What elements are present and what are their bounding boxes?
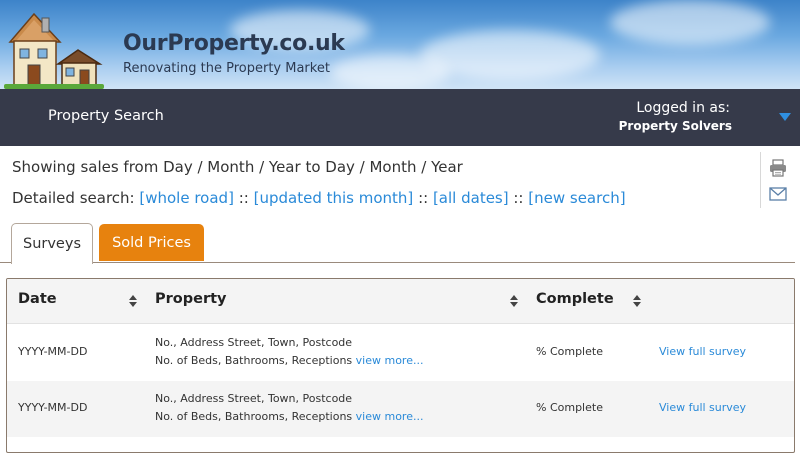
site-header: OurProperty.co.uk Renovating the Propert… — [0, 0, 800, 89]
printer-icon[interactable] — [769, 159, 787, 177]
table-row: YYYY-MM-DD No., Address Street, Town, Po… — [7, 325, 794, 381]
row-property: No., Address Street, Town, Postcode No. … — [155, 390, 423, 426]
tab-sold-prices[interactable]: Sold Prices — [99, 224, 204, 261]
nav-bar: Property Search Logged in as: Property S… — [0, 89, 800, 146]
row-complete: % Complete — [536, 345, 603, 358]
separator: :: — [238, 189, 249, 207]
row-date: YYYY-MM-DD — [18, 401, 88, 414]
row-address: No., Address Street, Town, Postcode — [155, 336, 353, 349]
detailed-search-label: Detailed search: — [12, 189, 135, 207]
row-details: No. of Beds, Bathrooms, Receptions — [155, 354, 353, 367]
chevron-down-icon[interactable] — [779, 113, 791, 121]
link-all-dates[interactable]: [all dates] — [433, 189, 509, 207]
sort-icon[interactable] — [129, 295, 137, 307]
link-whole-road[interactable]: [whole road] — [139, 189, 234, 207]
link-updated-this-month[interactable]: [updated this month] — [254, 189, 414, 207]
surveys-table: Date Property Complete YYYY-MM-DD No., A… — [6, 278, 795, 453]
view-more-link[interactable]: view more... — [356, 354, 424, 367]
brand-title[interactable]: OurProperty.co.uk — [123, 31, 345, 56]
column-header-property[interactable]: Property — [155, 291, 227, 307]
sort-icon[interactable] — [633, 295, 641, 307]
detailed-search: Detailed search: [whole road] :: [update… — [12, 189, 626, 207]
row-details: No. of Beds, Bathrooms, Receptions — [155, 410, 353, 423]
mail-icon[interactable] — [769, 187, 787, 201]
cloud-decoration — [610, 0, 770, 45]
tab-surveys[interactable]: Surveys — [11, 223, 93, 264]
row-address: No., Address Street, Town, Postcode — [155, 392, 353, 405]
row-details-line: No. of Beds, Bathrooms, Receptions view … — [155, 408, 423, 426]
table-row: YYYY-MM-DD No., Address Street, Town, Po… — [7, 381, 794, 437]
houses-logo-icon[interactable] — [4, 8, 112, 89]
view-more-link[interactable]: view more... — [356, 410, 424, 423]
brand-subtitle: Renovating the Property Market — [123, 61, 330, 76]
logged-in-user[interactable]: Property Solvers — [619, 119, 732, 133]
separator: :: — [418, 189, 429, 207]
column-header-complete[interactable]: Complete — [536, 291, 614, 307]
row-action: View full survey — [659, 401, 746, 414]
separator: :: — [513, 189, 524, 207]
link-new-search[interactable]: [new search] — [528, 189, 625, 207]
row-date: YYYY-MM-DD — [18, 345, 88, 358]
row-details-line: No. of Beds, Bathrooms, Receptions view … — [155, 352, 423, 370]
tabs-divider — [0, 262, 795, 263]
table-header: Date Property Complete — [7, 279, 794, 324]
nav-property-search[interactable]: Property Search — [48, 108, 164, 124]
row-complete: % Complete — [536, 401, 603, 414]
view-full-survey-link[interactable]: View full survey — [659, 401, 746, 414]
view-full-survey-link[interactable]: View full survey — [659, 345, 746, 358]
cloud-decoration — [330, 55, 450, 89]
date-range-text: Showing sales from Day / Month / Year to… — [12, 158, 463, 176]
sort-icon[interactable] — [510, 295, 518, 307]
side-divider — [760, 152, 761, 208]
logged-in-label: Logged in as: — [636, 100, 730, 116]
row-property: No., Address Street, Town, Postcode No. … — [155, 334, 423, 370]
column-header-date[interactable]: Date — [18, 291, 57, 307]
row-action: View full survey — [659, 345, 746, 358]
